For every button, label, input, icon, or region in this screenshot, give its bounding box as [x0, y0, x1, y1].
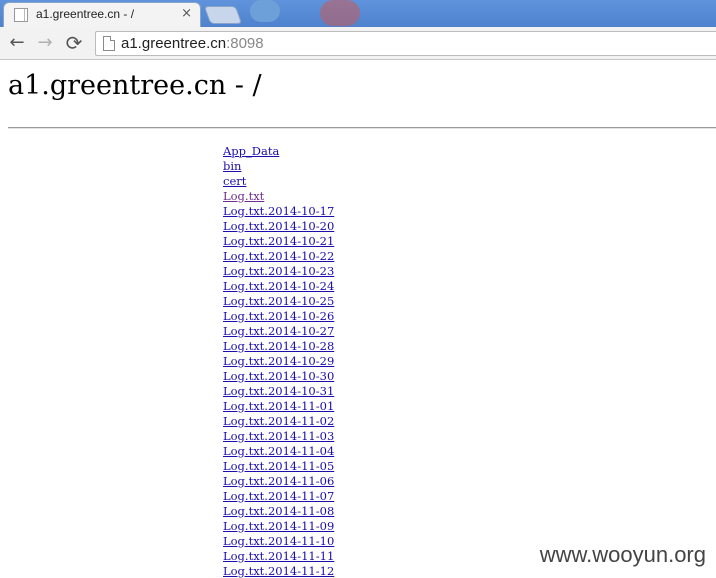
entry-link[interactable]: Log.txt.2014-11-01: [223, 399, 334, 414]
page-icon: [103, 36, 115, 51]
page-title: a1.greentree.cn - /: [8, 70, 262, 101]
entry-link[interactable]: Log.txt.2014-11-10: [223, 534, 334, 549]
entry-link[interactable]: cert: [223, 174, 246, 189]
entry-link[interactable]: Log.txt.2014-11-03: [223, 429, 334, 444]
entry-link[interactable]: Log.txt.2014-10-29: [223, 354, 334, 369]
entry-link[interactable]: Log.txt.2014-10-17: [223, 204, 334, 219]
address-bar[interactable]: a1.greentree.cn:8098: [95, 31, 716, 56]
tab-title: a1.greentree.cn - /: [36, 7, 135, 21]
entry-link[interactable]: bin: [223, 159, 241, 174]
url-port: :8098: [226, 35, 264, 52]
horizontal-rule: [8, 127, 716, 129]
entry-link[interactable]: Log.txt.2014-10-26: [223, 309, 334, 324]
entry-link[interactable]: Log.txt.2014-10-24: [223, 279, 334, 294]
entry-link[interactable]: Log.txt: [223, 189, 264, 204]
entry-link[interactable]: Log.txt.2014-11-04: [223, 444, 334, 459]
entry-link[interactable]: Log.txt.2014-11-07: [223, 489, 334, 504]
tab-strip: a1.greentree.cn - / ×: [0, 0, 716, 27]
browser-toolbar: ← → ⟳ a1.greentree.cn:8098: [0, 27, 716, 60]
entry-link[interactable]: Log.txt.2014-11-09: [223, 519, 334, 534]
back-arrow-icon[interactable]: ←: [6, 32, 28, 54]
background-window-decoration: [250, 0, 280, 22]
new-tab-button[interactable]: [203, 6, 243, 24]
tab-close-icon[interactable]: ×: [181, 6, 192, 21]
entry-link[interactable]: Log.txt.2014-11-11: [223, 549, 334, 564]
entry-link[interactable]: Log.txt.2014-10-27: [223, 324, 334, 339]
browser-tab[interactable]: a1.greentree.cn - / ×: [3, 2, 201, 27]
entry-link[interactable]: Log.txt.2014-10-25: [223, 294, 334, 309]
page-favicon-icon: [14, 8, 28, 22]
url-host: a1.greentree.cn: [121, 35, 227, 52]
entry-link[interactable]: App_Data: [223, 144, 279, 159]
entry-link[interactable]: Log.txt.2014-10-20: [223, 219, 334, 234]
entry-link[interactable]: Log.txt.2014-10-22: [223, 249, 334, 264]
background-window-decoration: [320, 0, 360, 26]
entry-link[interactable]: Log.txt.2014-11-06: [223, 474, 334, 489]
entry-link[interactable]: Log.txt.2014-10-28: [223, 339, 334, 354]
reload-icon[interactable]: ⟳: [63, 32, 85, 54]
entry-link[interactable]: Log.txt.2014-10-31: [223, 384, 334, 399]
entry-link[interactable]: Log.txt.2014-11-02: [223, 414, 334, 429]
entry-link[interactable]: Log.txt.2014-10-30: [223, 369, 334, 384]
address-url[interactable]: a1.greentree.cn:8098: [121, 35, 264, 52]
watermark: www.wooyun.org: [539, 542, 706, 567]
page-content: a1.greentree.cn - / 2014/9/11:59<dir>App…: [0, 60, 716, 578]
entry-link[interactable]: Log.txt.2014-11-08: [223, 504, 334, 519]
entry-link[interactable]: Log.txt.2014-10-21: [223, 234, 334, 249]
entry-link[interactable]: Log.txt.2014-10-23: [223, 264, 334, 279]
entry-link[interactable]: Log.txt.2014-11-05: [223, 459, 334, 474]
forward-arrow-icon[interactable]: →: [34, 32, 56, 54]
entry-link[interactable]: Log.txt.2014-11-12: [223, 564, 334, 578]
